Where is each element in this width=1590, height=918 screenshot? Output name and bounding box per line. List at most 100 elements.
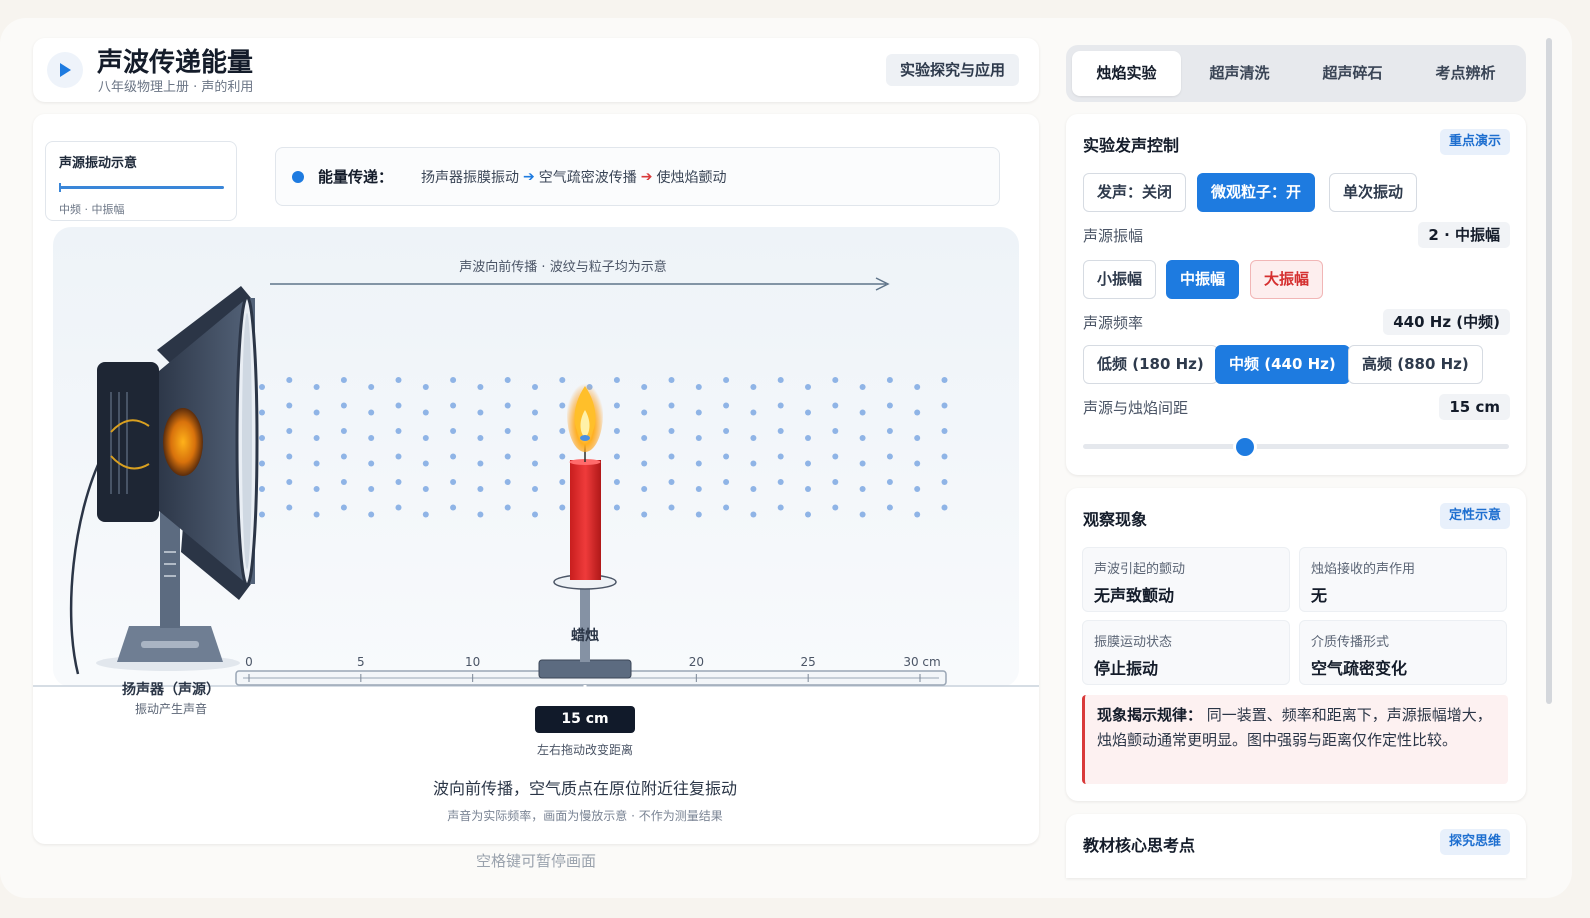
air-particle [313,384,320,390]
air-particle [422,511,429,518]
particle-toggle-button[interactable]: 微观粒子：开 [1197,173,1316,212]
air-particle [914,384,921,390]
air-particle [886,453,893,460]
distance-slider-thumb[interactable] [1235,438,1254,456]
amp-large-button[interactable]: 大振幅 [1250,260,1324,299]
air-particles [259,377,948,518]
amp-small-button[interactable]: 小振幅 [1083,260,1157,299]
air-particle [723,504,730,511]
air-particle [777,428,784,434]
air-particle [941,402,948,409]
amp-medium-button[interactable]: 中振幅 [1166,260,1240,299]
air-particle [750,384,757,390]
single-vibration-button[interactable]: 单次振动 [1329,173,1418,212]
core-title: 教材核心思考点 [1083,836,1196,855]
air-particle [395,453,402,460]
wave-note: 波向前传播，空气质点在原位附近往复振动 [432,779,737,798]
air-particle [450,453,457,460]
page-scrollbar[interactable] [1546,38,1552,704]
ruler-tick-label: 0 [245,655,253,669]
freq-high-button[interactable]: 高频 (880 Hz) [1348,345,1483,384]
air-particle [886,428,893,434]
air-particle [723,377,730,383]
ruler-tick-label: 30 cm [903,655,940,669]
air-particle [832,428,839,434]
observation-value: 空气疏密变化 [1311,659,1408,678]
air-particle [859,384,866,390]
air-particle [832,377,839,383]
air-particle [286,402,293,409]
candle-slider-base[interactable] [538,659,632,679]
air-particle [450,428,457,434]
air-particle [450,479,457,485]
observation-cell: 声波引起的颤动 无声致颤动 [1082,547,1290,612]
ruler-tick-label: 10 [465,655,480,669]
amplitude-value: 2 · 中振幅 [1418,222,1510,248]
propagation-label: 声波向前传播 · 波纹与粒子均为示意 [459,259,666,275]
air-particle [559,504,566,511]
air-particle [777,402,784,409]
air-particle [395,428,402,434]
air-particle [723,479,730,485]
air-particle [532,409,538,416]
air-particle [695,486,702,492]
air-particle [340,402,347,409]
air-particle [504,504,511,511]
air-particle [504,377,511,383]
air-particle [723,402,730,409]
air-particle [613,504,620,511]
air-particle [750,435,757,441]
air-particle [286,504,293,511]
page-subtitle: 八年级物理上册 · 声的利用 [98,80,254,95]
air-particle [259,409,265,416]
tab-ultrasonic-cleaning[interactable]: 超声清洗 [1185,51,1294,96]
air-particle [368,511,375,518]
observation-panel: 观察现象 定性示意 声波引起的颤动 无声致颤动 烛焰接收的声作用 无 振膜运动状… [1066,488,1526,801]
air-particle [941,453,948,460]
core-points-panel: 教材核心思考点 探究思维 [1066,814,1526,878]
tab-candle-experiment[interactable]: 烛焰实验 [1072,51,1181,96]
air-particle [286,453,293,460]
freq-low-button[interactable]: 低频 (180 Hz) [1083,345,1218,384]
amplitude-label: 声源振幅 [1083,227,1144,245]
air-particle [504,428,511,434]
distance-label: 声源与烛焰间距 [1083,399,1189,417]
air-particle [340,504,347,511]
air-particle [805,435,811,441]
observation-value: 无声致颤动 [1094,586,1175,605]
air-particle [340,479,347,485]
air-particle [886,479,893,485]
air-particle [777,479,784,485]
air-particle [450,402,457,409]
air-particle [941,479,948,485]
air-particle [750,511,757,518]
air-particle [477,486,484,492]
air-particle [941,428,948,434]
air-particle [477,435,484,441]
tab-exam-points[interactable]: 考点辨析 [1411,51,1520,96]
distance-slider[interactable] [1083,438,1509,456]
control-tag: 重点演示 [1439,129,1510,155]
air-particle [559,428,566,434]
air-particle [941,504,948,511]
air-particle [559,377,566,383]
air-particle [450,504,457,511]
speaker-device[interactable] [69,286,259,675]
air-particle [723,453,730,460]
observation-label: 振膜运动状态 [1094,635,1173,650]
play-button[interactable] [47,52,83,88]
air-particle [340,428,347,434]
air-particle [914,511,921,518]
page-title: 声波传递能量 [97,48,254,78]
observation-cell: 介质传播形式 空气疏密变化 [1299,620,1507,685]
air-particle [695,435,702,441]
freq-mid-button[interactable]: 中频 (440 Hz) [1215,345,1350,384]
air-particle [859,409,866,416]
wave-sub-note: 声音为实际频率，画面为慢放示意 · 不作为测量结果 [447,809,723,823]
air-particle [313,435,320,441]
air-particle [695,511,702,518]
sound-toggle-button[interactable]: 发声：关闭 [1083,173,1187,212]
air-particle [450,377,457,383]
air-particle [886,377,893,383]
tab-ultrasonic-lithotripsy[interactable]: 超声碎石 [1298,51,1407,96]
